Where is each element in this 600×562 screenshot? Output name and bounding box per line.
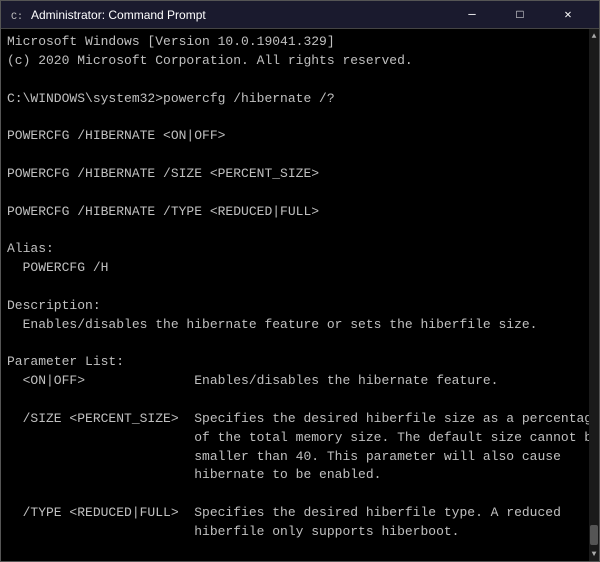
scrollbar[interactable]: ▲ ▼ [589,29,599,561]
terminal-line [7,184,593,203]
terminal-line [7,146,593,165]
terminal-line: POWERCFG /H [7,259,593,278]
terminal-line: of the total memory size. The default si… [7,429,593,448]
title-bar-controls: ─ □ ✕ [449,1,591,29]
terminal-line [7,71,593,90]
terminal-line: C:\WINDOWS\system32>powercfg /hibernate … [7,90,593,109]
terminal-line [7,221,593,240]
scrollbar-thumb[interactable] [590,525,598,545]
terminal-line: hibernate to be enabled. [7,466,593,485]
terminal-line: POWERCFG /HIBERNATE <ON|OFF> [7,127,593,146]
scroll-down-arrow[interactable]: ▼ [589,547,599,561]
terminal-line [7,391,593,410]
command-prompt-window: C: Administrator: Command Prompt ─ □ ✕ M… [0,0,600,562]
close-button[interactable]: ✕ [545,1,591,29]
maximize-button[interactable]: □ [497,1,543,29]
scroll-up-arrow[interactable]: ▲ [589,29,599,43]
terminal-line [7,335,593,354]
terminal-line [7,542,593,561]
terminal-line: smaller than 40. This parameter will als… [7,448,593,467]
terminal-line: Description: [7,297,593,316]
terminal-line: <ON|OFF> Enables/disables the hibernate … [7,372,593,391]
cmd-icon: C: [9,7,25,23]
terminal-line [7,278,593,297]
terminal-line: /SIZE <PERCENT_SIZE> Specifies the desir… [7,410,593,429]
terminal-line: Microsoft Windows [Version 10.0.19041.32… [7,33,593,52]
terminal-line [7,485,593,504]
terminal-line: POWERCFG /HIBERNATE /SIZE <PERCENT_SIZE> [7,165,593,184]
terminal-line: /TYPE <REDUCED|FULL> Specifies the desir… [7,504,593,523]
terminal-content[interactable]: Microsoft Windows [Version 10.0.19041.32… [1,29,599,561]
minimize-button[interactable]: ─ [449,1,495,29]
terminal-line: POWERCFG /HIBERNATE /TYPE <REDUCED|FULL> [7,203,593,222]
svg-text:C:: C: [11,12,23,22]
terminal-line: Enables/disables the hibernate feature o… [7,316,593,335]
terminal-line: Alias: [7,240,593,259]
title-bar: C: Administrator: Command Prompt ─ □ ✕ [1,1,599,29]
terminal-line: (c) 2020 Microsoft Corporation. All righ… [7,52,593,71]
terminal-line: hiberfile only supports hiberboot. [7,523,593,542]
title-bar-text: Administrator: Command Prompt [31,8,449,22]
terminal-line: Parameter List: [7,353,593,372]
terminal-line [7,108,593,127]
